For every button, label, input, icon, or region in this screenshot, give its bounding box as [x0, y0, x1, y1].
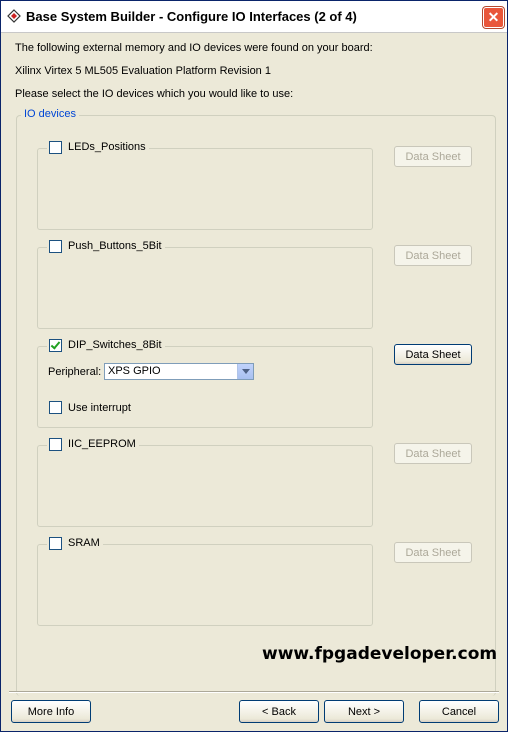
device-header-dip-switches[interactable]: DIP_Switches_8Bit — [47, 337, 165, 353]
device-label-dip-switches: DIP_Switches_8Bit — [68, 339, 162, 351]
bottom-separator — [9, 691, 499, 693]
checkbox-push-buttons[interactable] — [49, 239, 62, 253]
device-box-sram — [37, 544, 373, 626]
more-info-button[interactable]: More Info — [11, 700, 91, 723]
board-name: Xilinx Virtex 5 ML505 Evaluation Platfor… — [15, 65, 271, 77]
datasheet-button-iic-eeprom[interactable]: Data Sheet — [394, 443, 472, 464]
dialog-window: Base System Builder - Configure IO Inter… — [0, 0, 508, 732]
device-label-leds: LEDs_Positions — [68, 141, 146, 153]
datasheet-button-push-buttons[interactable]: Data Sheet — [394, 245, 472, 266]
io-devices-group-label: IO devices — [21, 108, 79, 120]
back-button[interactable]: < Back — [239, 700, 319, 723]
device-header-leds[interactable]: LEDs_Positions — [47, 139, 149, 155]
device-header-iic-eeprom[interactable]: IIC_EEPROM — [47, 436, 139, 452]
device-label-push-buttons: Push_Buttons_5Bit — [68, 240, 162, 252]
chevron-down-icon[interactable] — [237, 364, 253, 379]
close-button[interactable]: ✕ — [483, 7, 504, 28]
checkbox-dip-switches[interactable] — [49, 338, 62, 352]
window-title: Base System Builder - Configure IO Inter… — [26, 9, 357, 24]
datasheet-button-leds[interactable]: Data Sheet — [394, 146, 472, 167]
device-header-sram[interactable]: SRAM — [47, 535, 103, 551]
use-interrupt-label: Use interrupt — [68, 401, 131, 414]
cancel-button[interactable]: Cancel — [419, 700, 499, 723]
peripheral-select-value: XPS GPIO — [108, 365, 161, 377]
use-interrupt-row[interactable]: Use interrupt — [49, 401, 131, 414]
select-instructions: Please select the IO devices which you w… — [15, 88, 294, 100]
device-label-sram: SRAM — [68, 537, 100, 549]
intro-text: The following external memory and IO dev… — [15, 42, 373, 54]
device-box-dip-switches — [37, 346, 373, 428]
checkbox-use-interrupt[interactable] — [49, 401, 62, 414]
checkbox-iic-eeprom[interactable] — [49, 437, 62, 451]
device-box-leds — [37, 148, 373, 230]
next-button[interactable]: Next > — [324, 700, 404, 723]
datasheet-button-sram[interactable]: Data Sheet — [394, 542, 472, 563]
watermark: www.fpgadeveloper.com — [262, 644, 498, 664]
peripheral-select[interactable]: XPS GPIO — [104, 363, 254, 380]
checkbox-leds[interactable] — [49, 140, 62, 154]
device-box-iic-eeprom — [37, 445, 373, 527]
device-box-push-buttons — [37, 247, 373, 329]
device-header-push-buttons[interactable]: Push_Buttons_5Bit — [47, 238, 165, 254]
app-icon — [7, 9, 21, 23]
peripheral-label: Peripheral: — [48, 366, 102, 378]
title-bar: Base System Builder - Configure IO Inter… — [1, 1, 507, 33]
checkbox-sram[interactable] — [49, 536, 62, 550]
device-label-iic-eeprom: IIC_EEPROM — [68, 438, 136, 450]
datasheet-button-dip-switches[interactable]: Data Sheet — [394, 344, 472, 365]
